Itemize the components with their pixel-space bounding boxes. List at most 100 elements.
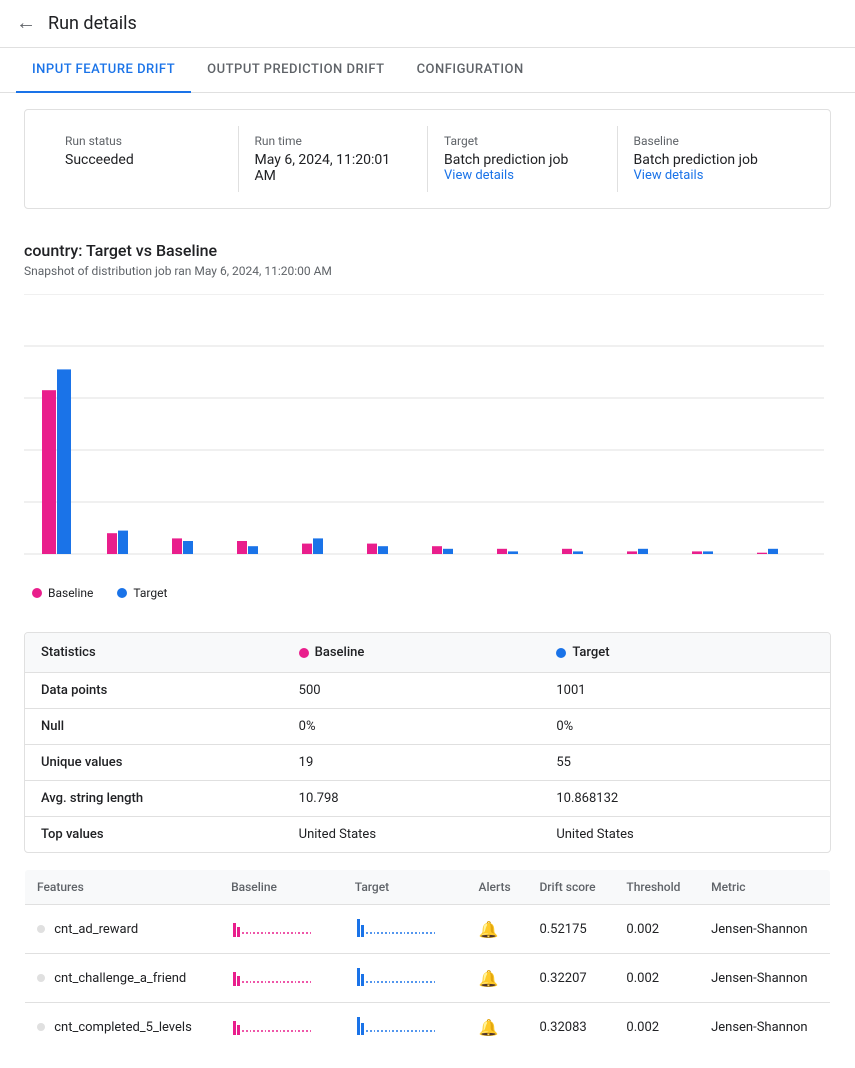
feature-drift-score: 0.32207: [527, 954, 614, 1003]
alert-icon: 🔔: [479, 920, 499, 939]
target-view-link[interactable]: View details: [444, 168, 514, 183]
stats-label: Unique values: [41, 755, 299, 770]
bar-us-baseline: [42, 390, 56, 554]
feature-metric: Jensen-Shannon: [699, 905, 830, 954]
bar-australia-baseline: [302, 544, 312, 554]
stats-baseline-value: 500: [299, 683, 557, 698]
bar-china-target: [768, 549, 778, 554]
feature-dot: [37, 1023, 45, 1031]
stats-baseline-dot: [299, 648, 309, 658]
col-threshold: Threshold: [614, 870, 699, 905]
stats-target-value: 10.868132: [556, 791, 814, 806]
bar-france-baseline: [692, 551, 702, 554]
baseline-legend-label: Baseline: [48, 586, 93, 600]
feature-alert: 🔔: [467, 954, 528, 1003]
feature-name: cnt_completed_5_levels: [54, 1020, 192, 1035]
feature-baseline-sparkline: [219, 1003, 343, 1052]
feature-threshold: 0.002: [614, 905, 699, 954]
bar-china-baseline: [757, 553, 767, 554]
bar-uk-target: [378, 546, 388, 554]
target-legend-dot: [117, 588, 127, 598]
target-label: Target: [444, 134, 601, 148]
target-legend-label: Target: [133, 586, 167, 600]
features-body: cnt_ad_reward 🔔 0.52175 0.002 Jensen-Sha…: [25, 905, 831, 1052]
stats-baseline-value: 10.798: [299, 791, 557, 806]
feature-baseline-sparkline: [219, 954, 343, 1003]
bar-chart: 100% 80% 60% 40% 20% 0: [24, 294, 824, 564]
feature-dot: [37, 925, 45, 933]
bar-us-target: [57, 369, 71, 554]
bar-canada-target: [183, 541, 193, 554]
stats-label: Null: [41, 719, 299, 734]
stats-target-value: 1001: [556, 683, 814, 698]
tab-output-prediction-drift[interactable]: OUTPUT PREDICTION DRIFT: [191, 48, 400, 93]
chart-legend: Baseline Target: [32, 586, 831, 600]
bar-southafrica-baseline: [562, 549, 572, 554]
bar-france-target: [703, 551, 713, 554]
run-status-item: Run status Succeeded: [49, 126, 239, 192]
bar-southafrica-target: [573, 551, 583, 554]
bar-india-target: [248, 546, 258, 554]
tab-input-feature-drift[interactable]: INPUT FEATURE DRIFT: [16, 48, 191, 93]
svg-text:South Africa: South Africa: [545, 563, 600, 564]
bar-germany-target: [638, 549, 648, 554]
feature-alert: 🔔: [467, 1003, 528, 1052]
alert-icon: 🔔: [479, 1018, 499, 1037]
bar-japan-baseline: [107, 533, 117, 554]
table-row: cnt_ad_reward 🔔 0.52175 0.002 Jensen-Sha…: [25, 905, 831, 954]
back-button[interactable]: ←: [16, 12, 36, 35]
stats-target-value: 0%: [556, 719, 814, 734]
feature-threshold: 0.002: [614, 954, 699, 1003]
page-title: Run details: [48, 13, 137, 34]
baseline-view-link[interactable]: View details: [634, 168, 704, 183]
alert-icon: 🔔: [479, 969, 499, 988]
feature-target-sparkline: [343, 905, 467, 954]
feature-threshold: 0.002: [614, 1003, 699, 1052]
stats-target-dot: [556, 648, 566, 658]
stats-target-value: 55: [556, 755, 814, 770]
chart-title: country: Target vs Baseline: [24, 241, 831, 260]
legend-target: Target: [117, 586, 167, 600]
feature-drift-score: 0.52175: [527, 905, 614, 954]
bar-mexico-baseline: [432, 546, 442, 554]
bar-taiwan-baseline: [497, 549, 507, 554]
feature-metric: Jensen-Shannon: [699, 1003, 830, 1052]
stats-col-target: Target: [556, 645, 814, 660]
stats-row: Top values United States United States: [25, 817, 830, 852]
stats-label: Data points: [41, 683, 299, 698]
tab-configuration[interactable]: CONFIGURATION: [401, 48, 540, 93]
feature-drift-score: 0.32083: [527, 1003, 614, 1052]
run-time-item: Run time May 6, 2024, 11:20:01 AM: [239, 126, 429, 192]
feature-name: cnt_ad_reward: [54, 922, 138, 937]
run-time-value: May 6, 2024, 11:20:01 AM: [255, 152, 412, 184]
chart-subtitle: Snapshot of distribution job ran May 6, …: [24, 264, 831, 278]
target-item: Target Batch prediction job View details: [428, 126, 618, 192]
bar-mexico-target: [443, 549, 453, 554]
legend-baseline: Baseline: [32, 586, 93, 600]
col-target: Target: [343, 870, 467, 905]
stats-row: Data points 500 1001: [25, 673, 830, 709]
stats-row: Unique values 19 55: [25, 745, 830, 781]
chart-section: country: Target vs Baseline Snapshot of …: [0, 225, 855, 616]
features-table: Features Baseline Target Alerts Drift sc…: [24, 869, 831, 1052]
feature-metric: Jensen-Shannon: [699, 954, 830, 1003]
stats-baseline-value: 19: [299, 755, 557, 770]
header: ← Run details: [0, 0, 855, 48]
stats-baseline-value: 0%: [299, 719, 557, 734]
baseline-label: Baseline: [634, 134, 791, 148]
run-status-label: Run status: [65, 134, 222, 148]
features-section: Features Baseline Target Alerts Drift sc…: [24, 869, 831, 1052]
feature-target-sparkline: [343, 954, 467, 1003]
bar-australia-target: [313, 538, 323, 554]
statistics-section: Statistics Baseline Target Data points 5…: [24, 632, 831, 853]
col-metric: Metric: [699, 870, 830, 905]
feature-target-sparkline: [343, 1003, 467, 1052]
stats-row: Avg. string length 10.798 10.868132: [25, 781, 830, 817]
features-header-row: Features Baseline Target Alerts Drift sc…: [25, 870, 831, 905]
status-section: Run status Succeeded Run time May 6, 202…: [24, 109, 831, 209]
baseline-legend-dot: [32, 588, 42, 598]
stats-col-baseline: Baseline: [299, 645, 557, 660]
stats-rows: Data points 500 1001 Null 0% 0% Unique v…: [25, 673, 830, 852]
baseline-value: Batch prediction job: [634, 152, 791, 168]
bar-uk-baseline: [367, 544, 377, 554]
